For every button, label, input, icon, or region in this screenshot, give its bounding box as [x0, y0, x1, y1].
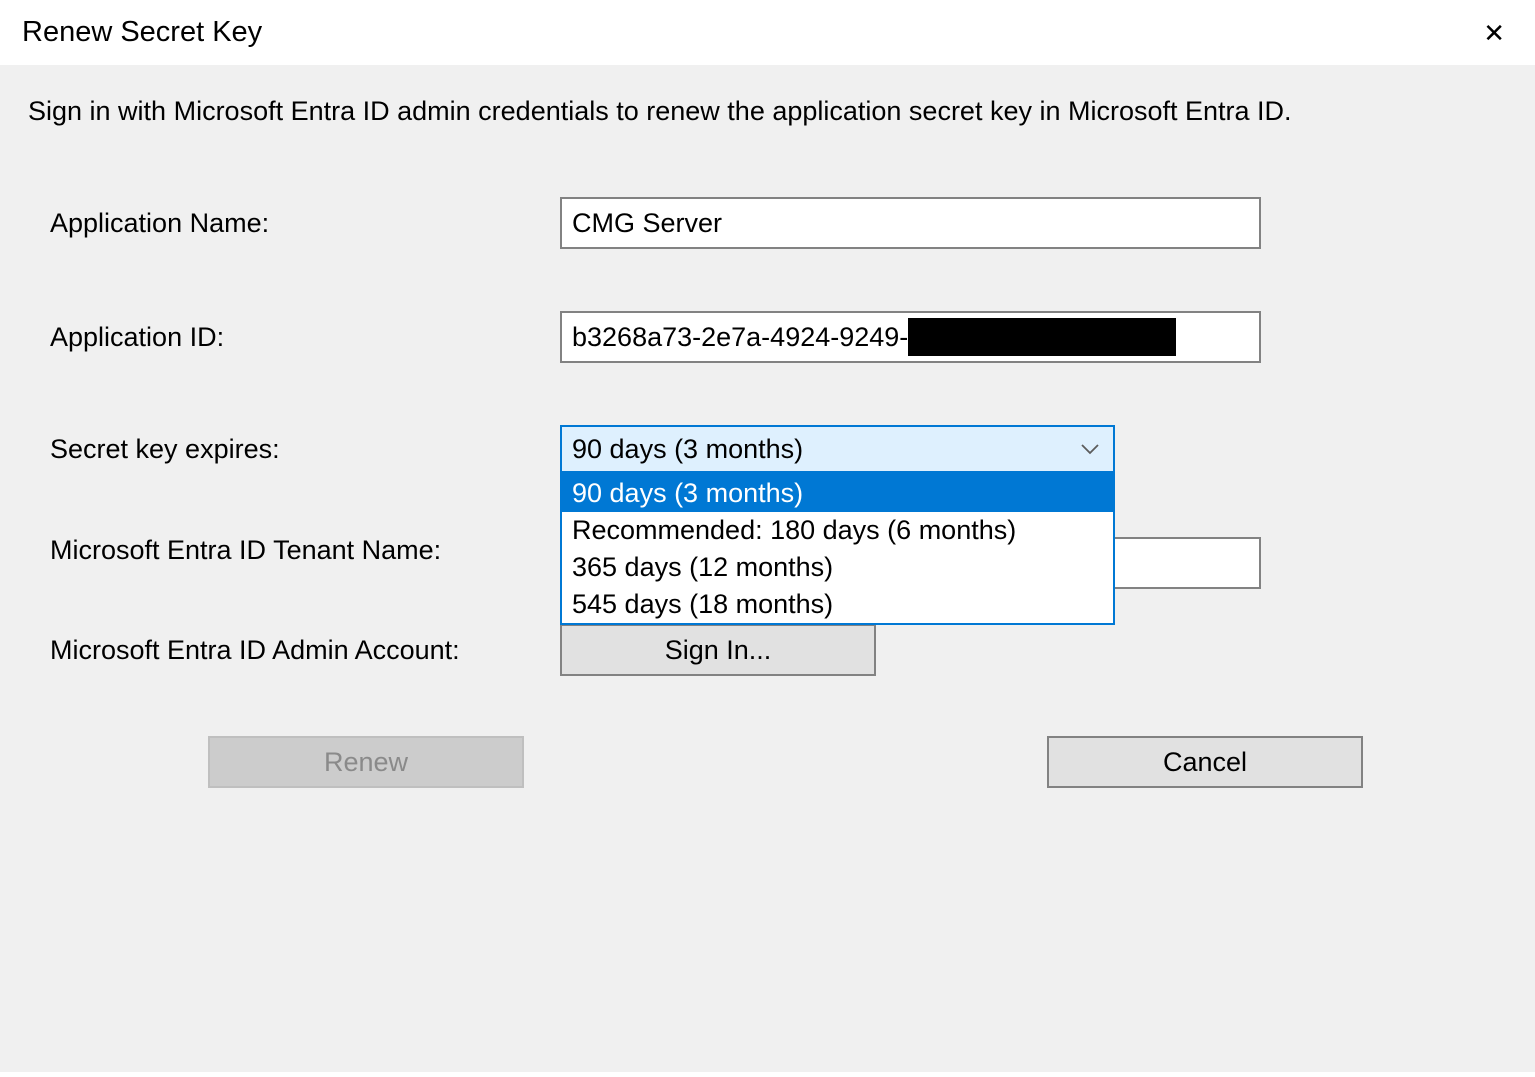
dropdown-option-2[interactable]: 365 days (12 months): [562, 549, 1113, 586]
dropdown-option-0[interactable]: 90 days (3 months): [562, 475, 1113, 512]
cancel-button[interactable]: Cancel: [1047, 736, 1363, 788]
dropdown-expires-list: 90 days (3 months) Recommended: 180 days…: [560, 473, 1115, 625]
row-app-id: Application ID: b3268a73-2e7a-4924-9249-: [28, 311, 1507, 363]
label-tenant: Microsoft Entra ID Tenant Name:: [50, 535, 560, 566]
input-tenant-name-partial: [1115, 537, 1261, 589]
row-expires: Secret key expires: 90 days (3 months) 9…: [28, 425, 1507, 473]
dropdown-option-1[interactable]: Recommended: 180 days (6 months): [562, 512, 1113, 549]
redacted-block: [908, 318, 1176, 356]
dialog-description: Sign in with Microsoft Entra ID admin cr…: [28, 93, 1507, 129]
input-app-id[interactable]: b3268a73-2e7a-4924-9249-: [560, 311, 1261, 363]
label-admin: Microsoft Entra ID Admin Account:: [50, 635, 560, 666]
close-icon[interactable]: ✕: [1475, 20, 1513, 46]
label-app-name: Application Name:: [50, 208, 560, 239]
row-admin: Microsoft Entra ID Admin Account: Sign I…: [28, 624, 1507, 676]
dialog-content: Sign in with Microsoft Entra ID admin cr…: [0, 65, 1535, 1072]
dropdown-expires-selected: 90 days (3 months): [572, 434, 803, 465]
dialog-title: Renew Secret Key: [22, 16, 262, 49]
dropdown-option-3[interactable]: 545 days (18 months): [562, 586, 1113, 623]
label-app-id: Application ID:: [50, 322, 560, 353]
button-row: Renew Cancel: [28, 736, 1507, 788]
input-app-name[interactable]: [560, 197, 1261, 249]
label-expires: Secret key expires:: [50, 434, 560, 465]
app-id-value: b3268a73-2e7a-4924-9249-: [572, 322, 908, 353]
title-bar: Renew Secret Key ✕: [0, 0, 1535, 65]
dropdown-expires[interactable]: 90 days (3 months): [560, 425, 1115, 473]
chevron-down-icon: [1081, 443, 1099, 455]
row-app-name: Application Name:: [28, 197, 1507, 249]
renew-button: Renew: [208, 736, 524, 788]
sign-in-button[interactable]: Sign In...: [560, 624, 876, 676]
